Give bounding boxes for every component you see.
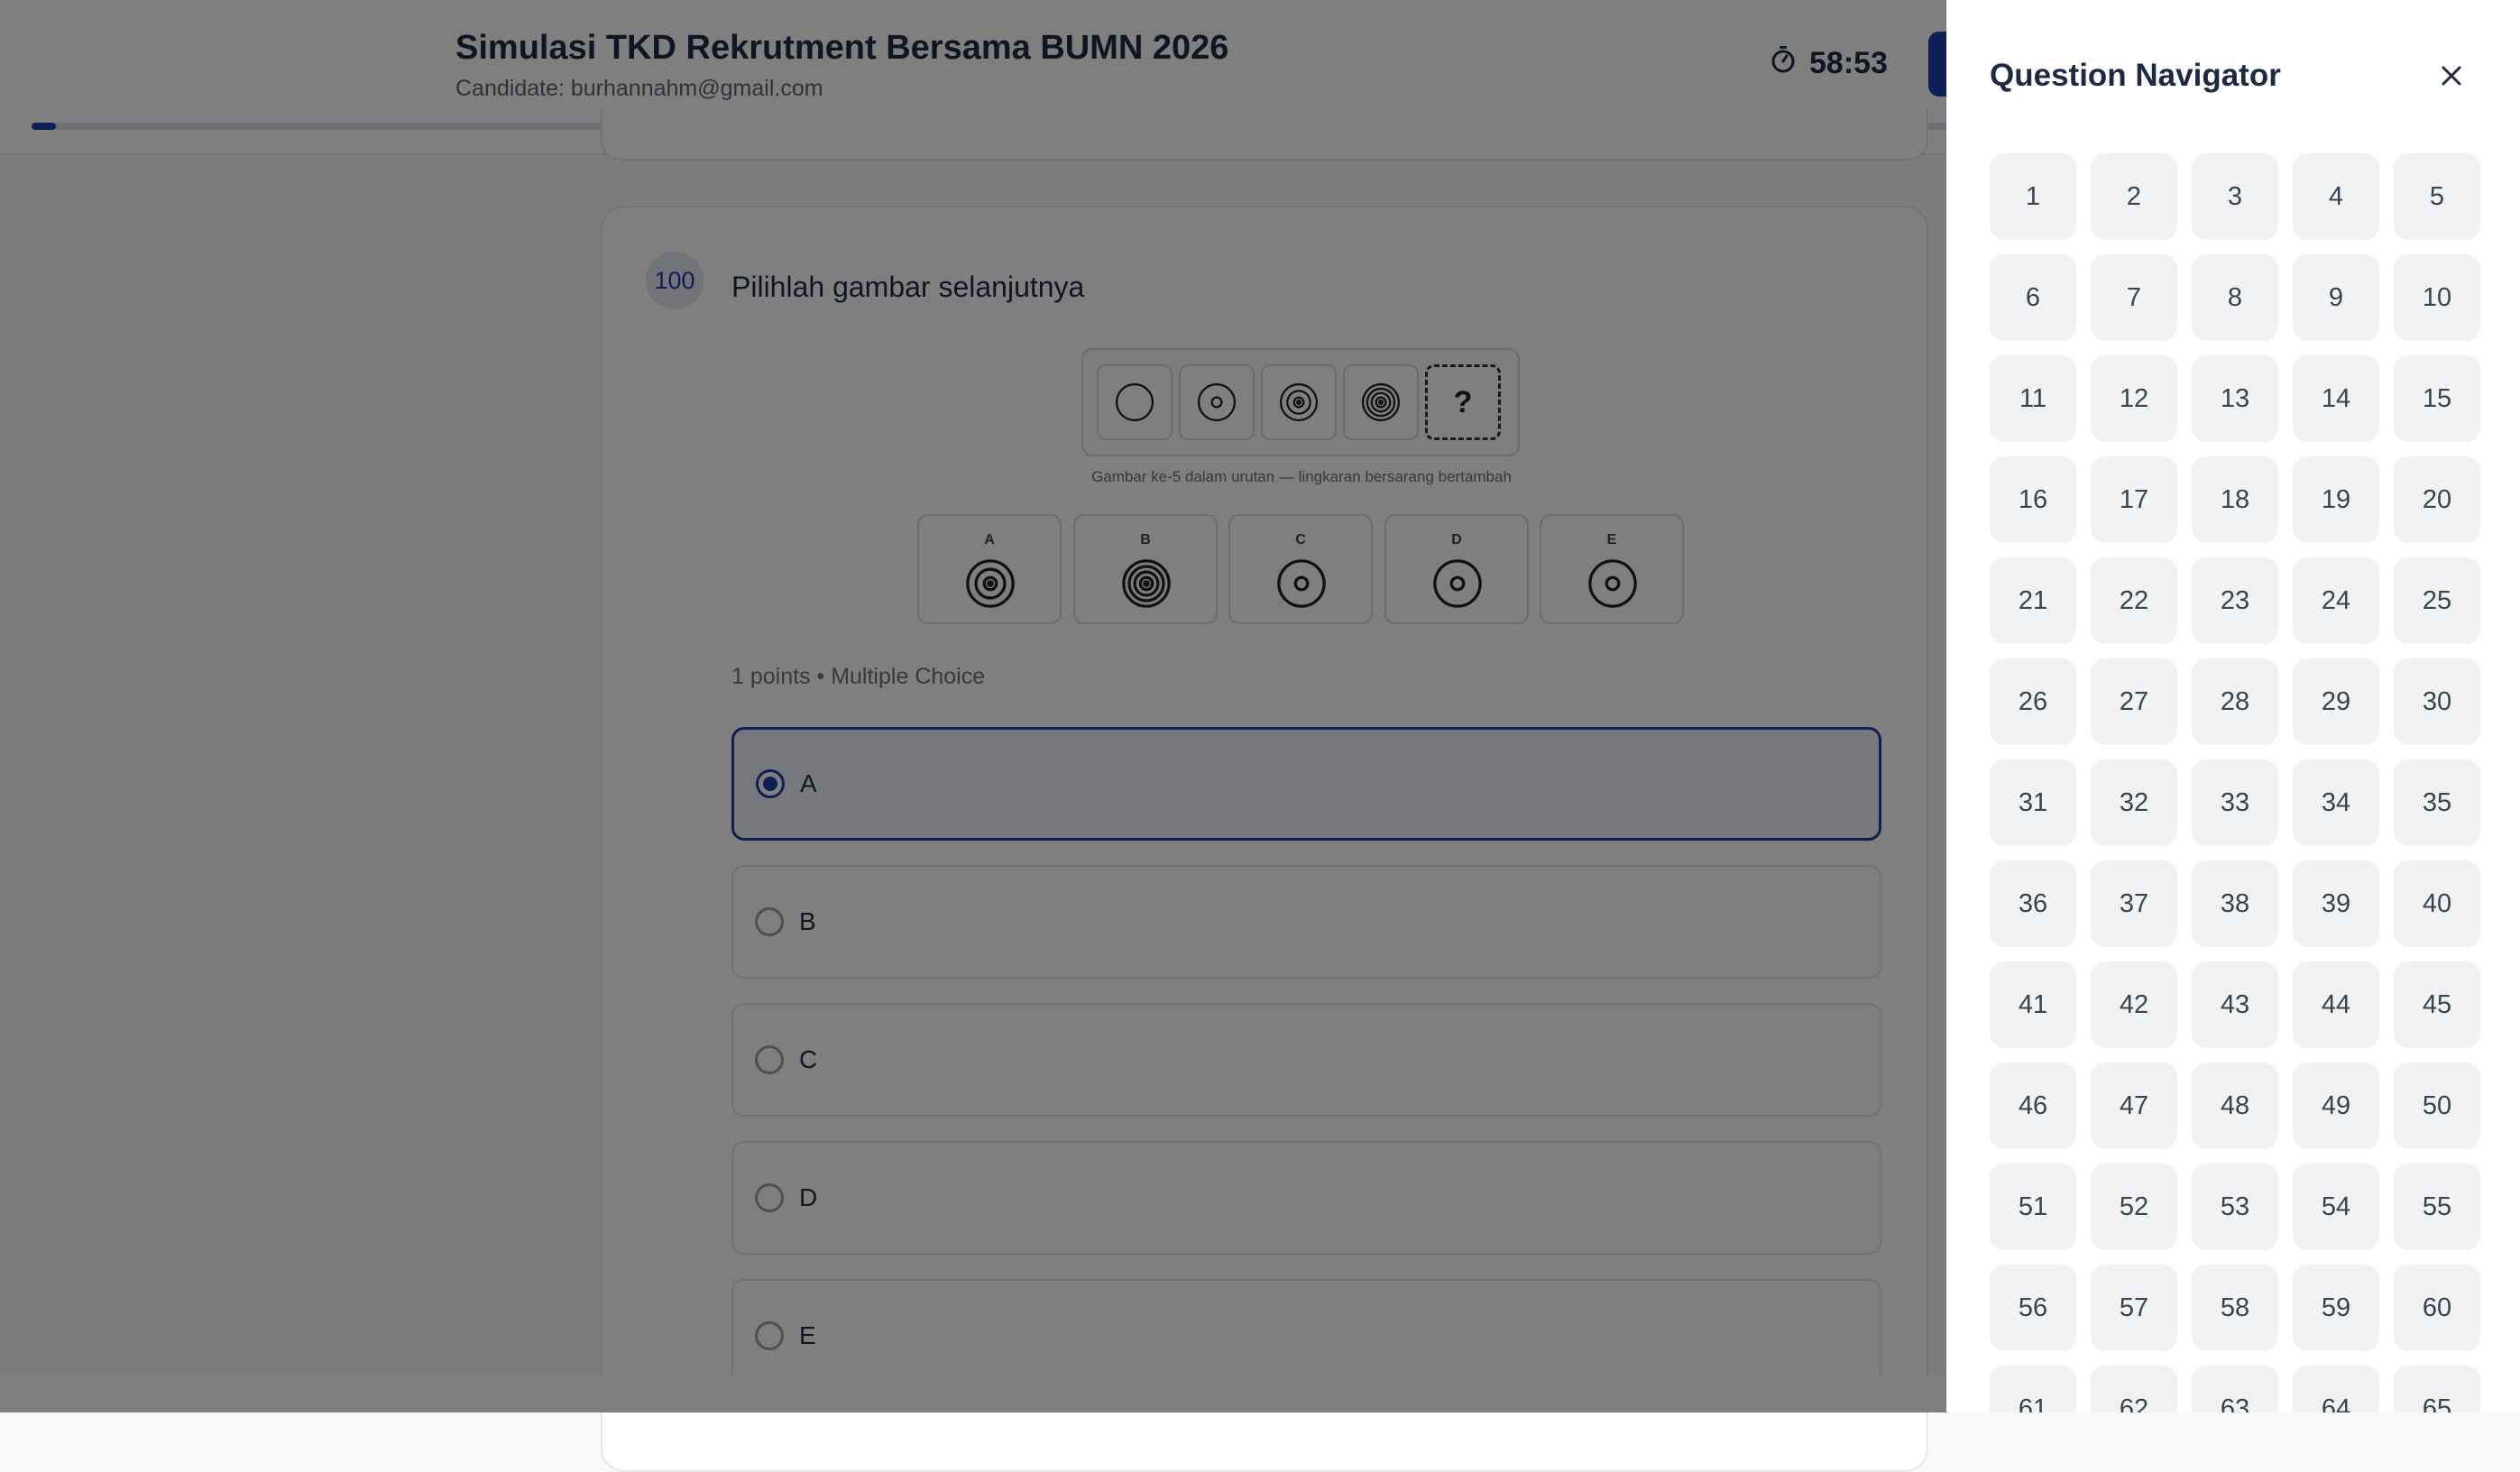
question-nav-button[interactable]: 32 (2091, 759, 2177, 846)
question-nav-button[interactable]: 44 (2293, 961, 2379, 1048)
question-nav-button[interactable]: 5 (2394, 153, 2480, 240)
question-nav-button[interactable]: 22 (2091, 557, 2177, 644)
question-nav-button[interactable]: 3 (2192, 153, 2278, 240)
question-nav-button[interactable]: 40 (2394, 860, 2480, 947)
question-nav-button[interactable]: 18 (2192, 456, 2278, 543)
question-nav-button[interactable]: 52 (2091, 1164, 2177, 1250)
question-nav-button[interactable]: 7 (2091, 254, 2177, 341)
question-nav-button[interactable]: 20 (2394, 456, 2480, 543)
question-nav-button[interactable]: 4 (2293, 153, 2379, 240)
question-nav-button[interactable]: 51 (1990, 1164, 2076, 1250)
question-nav-button[interactable]: 37 (2091, 860, 2177, 947)
question-nav-button[interactable]: 16 (1990, 456, 2076, 543)
question-nav-button[interactable]: 31 (1990, 759, 2076, 846)
question-nav-button[interactable]: 29 (2293, 658, 2379, 745)
question-nav-button[interactable]: 34 (2293, 759, 2379, 846)
question-nav-button[interactable]: 46 (1990, 1063, 2076, 1149)
question-nav-button[interactable]: 14 (2293, 355, 2379, 442)
question-nav-button[interactable]: 49 (2293, 1063, 2379, 1149)
question-nav-button[interactable]: 42 (2091, 961, 2177, 1048)
question-nav-button[interactable]: 33 (2192, 759, 2278, 846)
question-nav-button[interactable]: 8 (2192, 254, 2278, 341)
question-nav-button[interactable]: 64 (2293, 1366, 2379, 1412)
question-nav-button[interactable]: 48 (2192, 1063, 2278, 1149)
question-nav-button[interactable]: 21 (1990, 557, 2076, 644)
question-nav-button[interactable]: 25 (2394, 557, 2480, 644)
question-nav-button[interactable]: 10 (2394, 254, 2480, 341)
question-nav-button[interactable]: 50 (2394, 1063, 2480, 1149)
question-nav-button[interactable]: 11 (1990, 355, 2076, 442)
question-nav-button[interactable]: 2 (2091, 153, 2177, 240)
question-nav-button[interactable]: 39 (2293, 860, 2379, 947)
question-nav-button[interactable]: 60 (2394, 1265, 2480, 1351)
question-nav-button[interactable]: 28 (2192, 658, 2278, 745)
question-nav-button[interactable]: 61 (1990, 1366, 2076, 1412)
question-nav-button[interactable]: 57 (2091, 1265, 2177, 1351)
drawer-title: Question Navigator (1990, 58, 2281, 93)
question-nav-button[interactable]: 43 (2192, 961, 2278, 1048)
close-icon (2441, 65, 2462, 91)
question-navigator-drawer: Question Navigator 1 2 3 4 5 6 7 8 9 10 11 12 13 14 15… (1946, 0, 2520, 1412)
question-nav-button[interactable]: 1 (1990, 153, 2076, 240)
question-nav-button[interactable]: 30 (2394, 658, 2480, 745)
question-nav-button[interactable]: 55 (2394, 1164, 2480, 1250)
question-nav-button[interactable]: 6 (1990, 254, 2076, 341)
question-nav-button[interactable]: 24 (2293, 557, 2379, 644)
question-grid: 1 2 3 4 5 6 7 8 9 10 11 12 13 14 15 16 17 18 19 20 21 22 23 24 2… (1990, 153, 2495, 1412)
question-nav-button[interactable]: 65 (2394, 1366, 2480, 1412)
question-nav-button[interactable]: 23 (2192, 557, 2278, 644)
question-nav-button[interactable]: 53 (2192, 1164, 2278, 1250)
question-nav-button[interactable]: 54 (2293, 1164, 2379, 1250)
question-nav-button[interactable]: 12 (2091, 355, 2177, 442)
close-button[interactable] (2433, 60, 2469, 96)
question-nav-button[interactable]: 59 (2293, 1265, 2379, 1351)
question-nav-button[interactable]: 47 (2091, 1063, 2177, 1149)
question-nav-button[interactable]: 41 (1990, 961, 2076, 1048)
question-nav-button[interactable]: 19 (2293, 456, 2379, 543)
question-nav-button[interactable]: 38 (2192, 860, 2278, 947)
question-nav-button[interactable]: 17 (2091, 456, 2177, 543)
question-nav-button[interactable]: 56 (1990, 1265, 2076, 1351)
question-nav-button[interactable]: 13 (2192, 355, 2278, 442)
question-nav-button[interactable]: 58 (2192, 1265, 2278, 1351)
question-nav-button[interactable]: 27 (2091, 658, 2177, 745)
question-nav-button[interactable]: 62 (2091, 1366, 2177, 1412)
question-nav-button[interactable]: 63 (2192, 1366, 2278, 1412)
question-nav-button[interactable]: 45 (2394, 961, 2480, 1048)
question-nav-button[interactable]: 36 (1990, 860, 2076, 947)
question-nav-button[interactable]: 15 (2394, 355, 2480, 442)
question-nav-button[interactable]: 26 (1990, 658, 2076, 745)
question-nav-button[interactable]: 9 (2293, 254, 2379, 341)
question-nav-button[interactable]: 35 (2394, 759, 2480, 846)
